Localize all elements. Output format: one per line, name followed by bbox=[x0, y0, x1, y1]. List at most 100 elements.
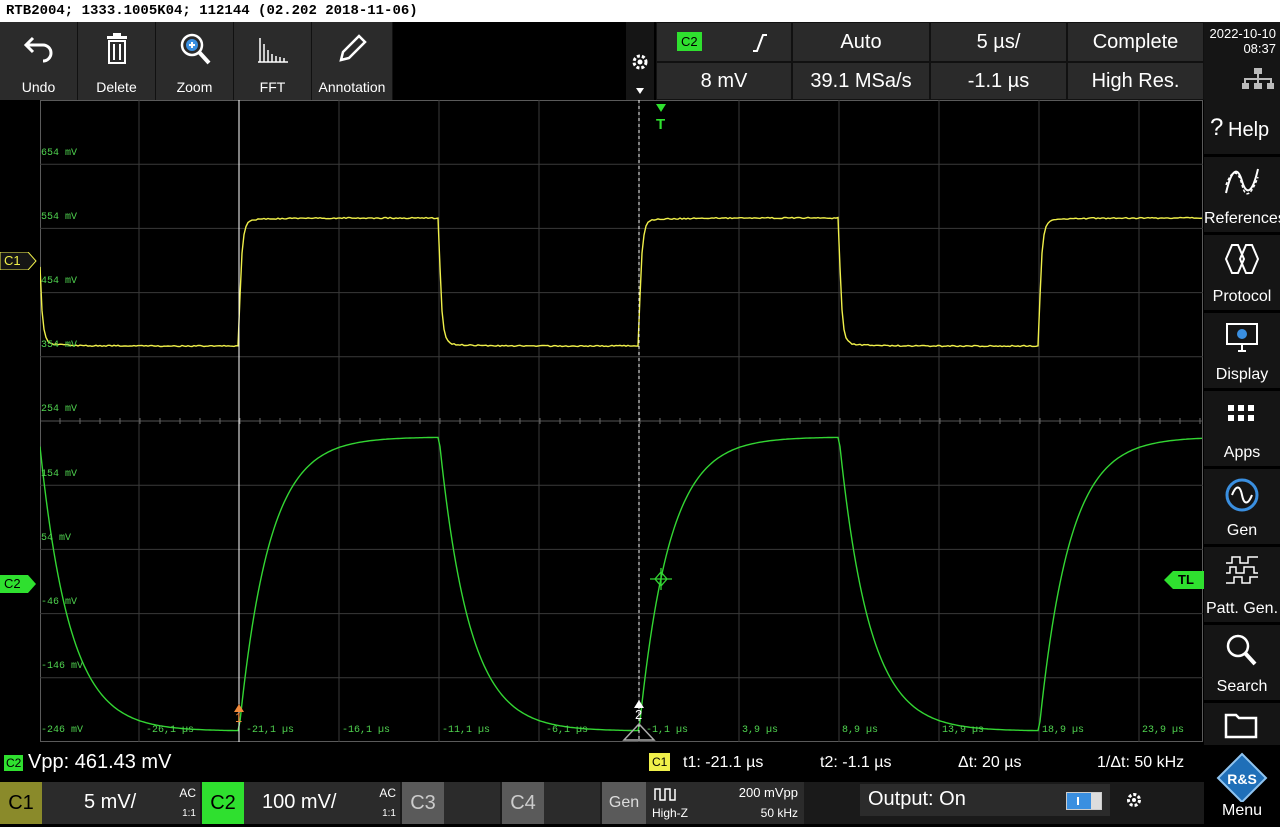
sidebar-item-protocol[interactable]: Protocol bbox=[1204, 235, 1280, 313]
fft-label: FFT bbox=[234, 79, 311, 95]
sidebar-item-label: Help bbox=[1228, 119, 1269, 142]
vpp-measurement[interactable]: Vpp: 461.43 mV bbox=[28, 751, 171, 774]
toolbar: Undo Delete Zoom FFT Annotation bbox=[0, 22, 392, 100]
c1-coupling: AC bbox=[179, 786, 196, 800]
output-status: Output: On bbox=[868, 788, 966, 811]
c2-coupling: AC bbox=[379, 786, 396, 800]
gen-name: Gen bbox=[609, 794, 639, 812]
sidebar-item-label: Display bbox=[1204, 366, 1280, 384]
protocol-icon bbox=[1224, 243, 1260, 275]
time-text: 08:37 bbox=[1243, 41, 1276, 56]
gear-icon bbox=[630, 52, 650, 72]
undo-button[interactable]: Undo bbox=[0, 22, 78, 100]
x-axis-label: 23,9 µs bbox=[1142, 725, 1184, 736]
c1-offset-marker[interactable]: C1 bbox=[0, 252, 38, 270]
output-settings-button[interactable] bbox=[1110, 784, 1158, 816]
c1-settings[interactable]: 5 mV/ AC 1:1 bbox=[42, 782, 200, 824]
svg-text:R&S: R&S bbox=[1227, 771, 1257, 787]
output-control: Output: On bbox=[860, 784, 1158, 816]
date-text: 2022-10-10 bbox=[1210, 26, 1277, 41]
sidebar-item-label: Patt. Gen. bbox=[1204, 600, 1280, 618]
zoom-icon bbox=[178, 32, 212, 66]
square-wave-icon bbox=[654, 787, 678, 801]
sidebar-item-display[interactable]: Display bbox=[1204, 313, 1280, 391]
gen-tab[interactable]: Gen bbox=[602, 782, 646, 824]
sidebar-item-apps[interactable]: Apps bbox=[1204, 391, 1280, 469]
x-axis-label: 18,9 µs bbox=[1042, 725, 1084, 736]
x-axis-label: 8,9 µs bbox=[842, 725, 878, 736]
waveform-display[interactable]: T 1 2 bbox=[40, 100, 1203, 742]
rs-logo-icon: R&S bbox=[1214, 752, 1270, 802]
acquisition-status-cell[interactable]: Complete bbox=[1067, 22, 1204, 62]
sidebar-item-files[interactable] bbox=[1204, 703, 1280, 748]
c2-probe: 1:1 bbox=[382, 808, 396, 819]
zoom-button[interactable]: Zoom bbox=[156, 22, 234, 100]
annotation-button[interactable]: Annotation bbox=[312, 22, 393, 100]
c1-tab[interactable]: C1 bbox=[0, 782, 42, 824]
trigger-mode-cell[interactable]: Auto bbox=[792, 22, 930, 62]
trigger-source-badge: C2 bbox=[677, 32, 702, 51]
cursor-t2[interactable]: t2: -1.1 µs bbox=[820, 754, 891, 772]
header-settings-button[interactable] bbox=[626, 22, 654, 100]
sidebar-item-label: Menu bbox=[1204, 802, 1280, 820]
sample-rate-cell[interactable]: 39.1 MSa/s bbox=[792, 62, 930, 100]
c1-scale: 5 mV/ bbox=[84, 791, 136, 814]
c3-settings[interactable] bbox=[444, 782, 500, 824]
sidebar-item-label: References bbox=[1204, 210, 1280, 228]
y-axis-label: 154 mV bbox=[41, 469, 77, 480]
sidebar-item-gen[interactable]: Gen bbox=[1204, 469, 1280, 547]
c2-tab[interactable]: C2 bbox=[202, 782, 244, 824]
gen-settings[interactable]: 200 mVpp High-Z 50 kHz bbox=[646, 782, 804, 824]
trash-icon bbox=[101, 32, 133, 66]
folder-icon bbox=[1224, 709, 1260, 739]
trigger-source-cell[interactable]: C2 bbox=[656, 22, 792, 62]
trigger-crosshair-icon bbox=[650, 568, 672, 590]
sidebar-item-label: Apps bbox=[1204, 444, 1280, 462]
cursor-2-label: 2 bbox=[635, 707, 642, 722]
delete-button[interactable]: Delete bbox=[78, 22, 156, 100]
c4-settings[interactable] bbox=[544, 782, 600, 824]
sidebar-item-help[interactable]: ? Help bbox=[1204, 100, 1280, 157]
y-axis-label: 354 mV bbox=[41, 340, 77, 351]
c1-name: C1 bbox=[8, 792, 34, 815]
trigger-level-label: TL bbox=[1178, 572, 1194, 587]
gear-icon bbox=[1125, 791, 1143, 809]
help-icon: ? bbox=[1210, 114, 1223, 142]
sidebar-item-search[interactable]: Search bbox=[1204, 625, 1280, 703]
y-axis-label: 554 mV bbox=[41, 212, 77, 223]
chevron-down-icon bbox=[636, 88, 644, 94]
apps-icon bbox=[1224, 399, 1260, 431]
c2-settings[interactable]: 100 mV/ AC 1:1 bbox=[244, 782, 400, 824]
y-axis-label: 454 mV bbox=[41, 276, 77, 287]
right-sidebar: ? Help References Protocol Display Apps … bbox=[1204, 100, 1280, 824]
pencil-icon bbox=[335, 32, 369, 66]
horizontal-position-cell[interactable]: -1.1 µs bbox=[930, 62, 1067, 100]
y-axis-label: -46 mV bbox=[41, 597, 77, 608]
menu-button[interactable]: R&S Menu bbox=[1204, 748, 1280, 827]
vpp-channel-badge: C2 bbox=[4, 755, 23, 771]
trigger-level-marker[interactable]: TL bbox=[1164, 571, 1204, 589]
acquisition-mode-cell[interactable]: High Res. bbox=[1067, 62, 1204, 100]
cursor-t1[interactable]: t1: -21.1 µs bbox=[683, 754, 763, 772]
sidebar-item-references[interactable]: References bbox=[1204, 157, 1280, 235]
graticule bbox=[40, 100, 1203, 742]
c3-tab[interactable]: C3 bbox=[402, 782, 444, 824]
sidebar-item-pattern-gen[interactable]: Patt. Gen. bbox=[1204, 547, 1280, 625]
x-axis-label: -21,1 µs bbox=[246, 725, 294, 736]
fft-button[interactable]: FFT bbox=[234, 22, 312, 100]
c2-marker-label: C2 bbox=[4, 576, 21, 591]
c1-probe: 1:1 bbox=[182, 808, 196, 819]
x-axis-label: -11,1 µs bbox=[442, 725, 490, 736]
trigger-level-cell[interactable]: 8 mV bbox=[656, 62, 792, 100]
y-axis-label: 254 mV bbox=[41, 404, 77, 415]
c2-offset-marker[interactable]: C2 bbox=[0, 575, 38, 593]
undo-icon bbox=[23, 32, 55, 64]
c4-tab[interactable]: C4 bbox=[502, 782, 544, 824]
gen-amplitude: 200 mVpp bbox=[739, 785, 798, 800]
x-axis-label: 3,9 µs bbox=[742, 725, 778, 736]
output-toggle[interactable] bbox=[1066, 792, 1102, 810]
zoom-label: Zoom bbox=[156, 79, 233, 95]
trigger-point-icon bbox=[656, 104, 666, 112]
timebase-cell[interactable]: 5 µs/ bbox=[930, 22, 1067, 62]
generator-icon bbox=[1224, 477, 1260, 513]
